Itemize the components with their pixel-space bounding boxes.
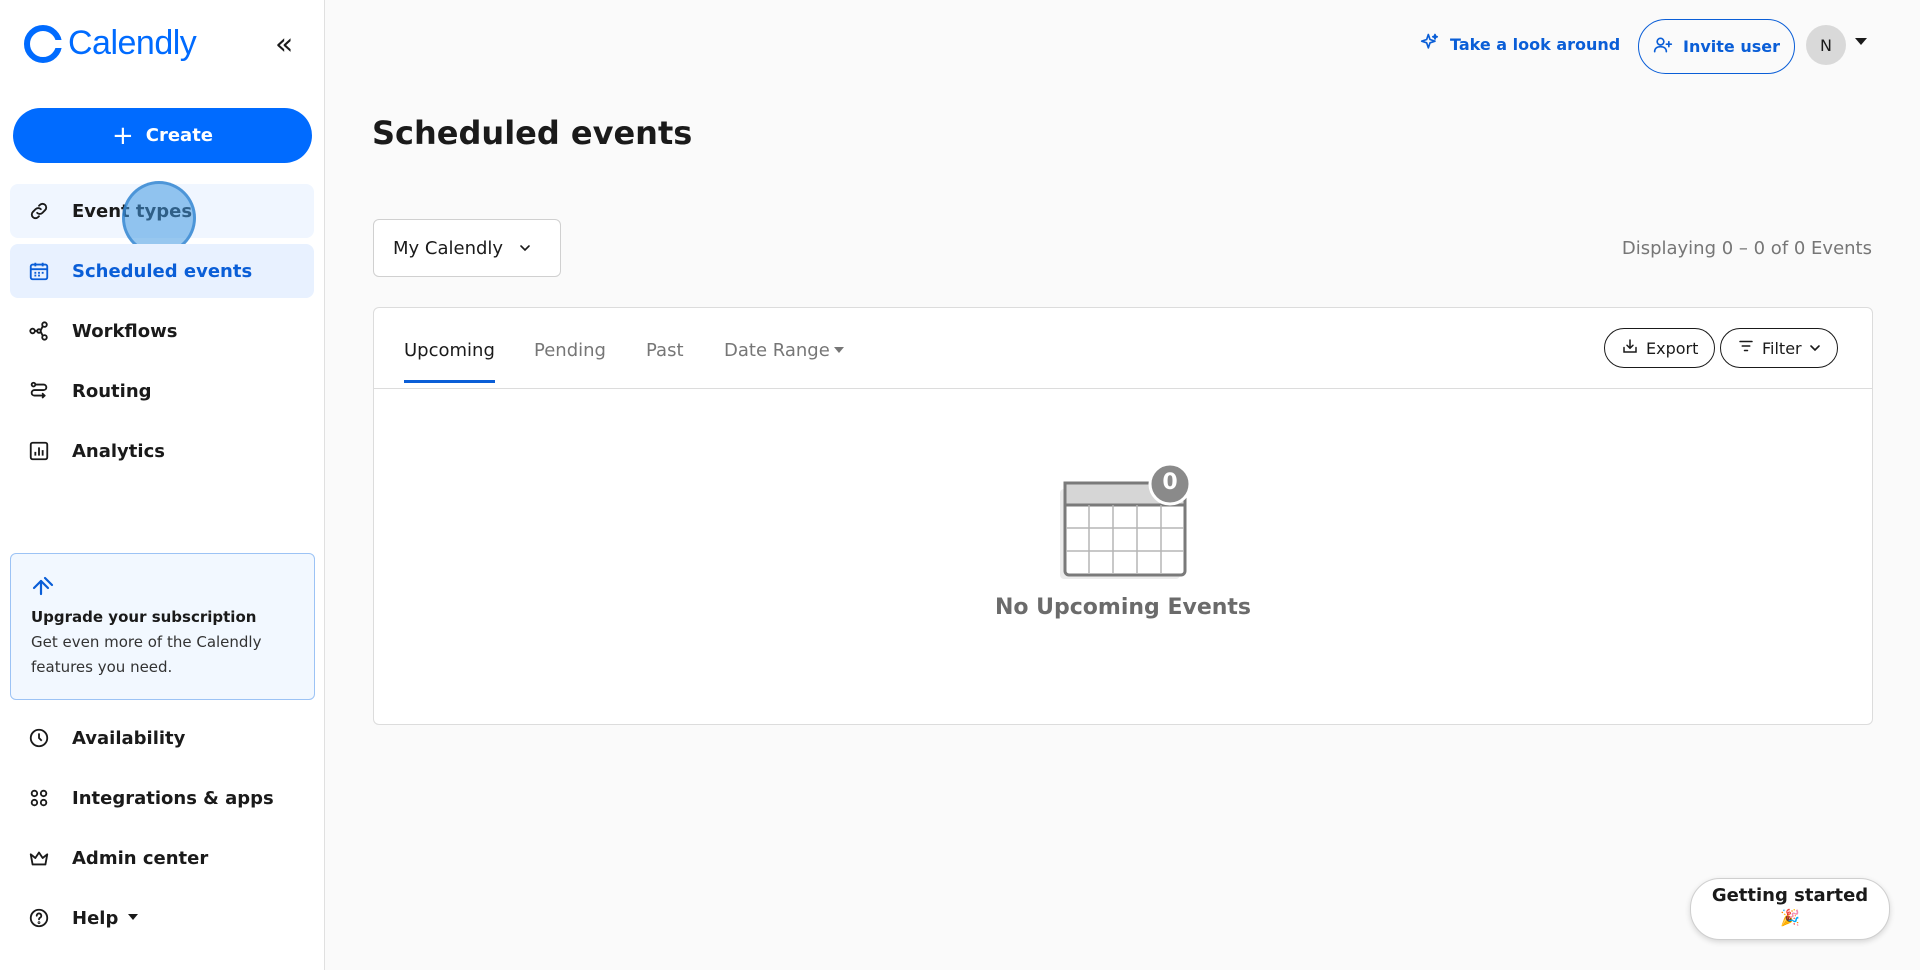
calendar-select[interactable]: My Calendly [373,219,561,277]
download-icon [1621,337,1639,359]
filter-icon [1737,337,1755,359]
tab-upcoming[interactable]: Upcoming [404,340,495,383]
party-popper-icon: 🎉 [1780,908,1800,927]
create-button[interactable]: + Create [13,108,312,163]
sidebar-item-admin-center[interactable]: Admin center [10,831,314,885]
upgrade-title: Upgrade your subscription [31,608,257,626]
help-icon [28,907,50,929]
invite-user-button[interactable]: Invite user [1638,19,1795,74]
sidebar-item-label: Availability [72,727,186,749]
empty-state: 0 No Upcoming Events [374,462,1872,620]
sidebar-item-label: Scheduled events [72,260,253,282]
sidebar-item-label: Integrations & apps [72,787,274,809]
invite-user-label: Invite user [1683,37,1780,56]
sidebar-item-label: Help [72,907,119,929]
tab-past[interactable]: Past [646,340,684,383]
crown-icon [28,847,50,869]
double-chevron-left-icon: « [275,27,294,62]
account-menu-caret-icon[interactable] [1855,38,1867,45]
getting-started-label: Getting started [1711,885,1869,906]
calendly-logo[interactable]: Calendly [24,24,197,63]
events-count-text: Displaying 0 – 0 of 0 Events [1621,238,1872,259]
sidebar-nav: Event types Scheduled events Workflows R… [10,181,314,484]
upgrade-icon [31,574,55,598]
sidebar-item-integrations[interactable]: Integrations & apps [10,771,314,825]
page-title: Scheduled events [372,114,693,152]
sidebar: Calendly « + Create Event types Schedule… [0,0,325,970]
export-button[interactable]: Export [1604,328,1716,368]
sidebar-item-analytics[interactable]: Analytics [10,424,314,478]
routing-icon [28,380,50,402]
tab-date-range[interactable]: Date Range [724,340,844,383]
link-icon [28,200,50,222]
take-a-look-around-label: Take a look around [1450,34,1621,54]
take-a-look-around-link[interactable]: Take a look around [1420,32,1620,56]
sidebar-item-label: Admin center [72,847,209,869]
create-button-label: Create [145,125,214,146]
events-tabs: Upcoming Pending Past Date Range Export … [374,308,1872,389]
events-card: Upcoming Pending Past Date Range Export … [373,307,1873,725]
sidebar-item-label: Analytics [72,440,165,462]
add-user-icon [1653,35,1673,59]
sidebar-item-label: Workflows [72,320,178,342]
getting-started-button[interactable]: Getting started 🎉 [1690,878,1890,940]
sidebar-item-routing[interactable]: Routing [10,364,314,418]
sidebar-item-label: Event types [72,200,193,222]
tab-pending[interactable]: Pending [534,340,606,383]
plus-icon: + [111,120,134,151]
workflow-icon [28,320,50,342]
chevron-down-icon [519,238,531,259]
calendar-icon [28,260,50,282]
sidebar-item-availability[interactable]: Availability [10,711,314,765]
filter-label: Filter [1762,338,1802,358]
analytics-icon [28,440,50,462]
avatar[interactable]: N [1806,25,1846,65]
collapse-sidebar-button[interactable]: « [275,30,293,60]
sidebar-item-event-types[interactable]: Event types [10,181,314,255]
sidebar-item-workflows[interactable]: Workflows [10,304,314,358]
upgrade-banner[interactable]: Upgrade your subscription Get even more … [10,553,315,700]
caret-down-icon [128,913,139,920]
calendly-logo-icon [24,24,62,63]
clock-icon [28,727,50,749]
filter-button[interactable]: Filter [1720,328,1838,368]
upgrade-text: Get even more of the Calendly features y… [31,633,262,676]
empty-calendar-illustration: 0 [1053,462,1193,581]
chevron-down-icon [1809,339,1821,358]
logo-text: Calendly [68,24,197,62]
export-label: Export [1646,338,1699,358]
calendar-select-value: My Calendly [393,237,504,259]
empty-state-text: No Upcoming Events [994,595,1252,620]
sparkle-icon [1420,32,1440,56]
sidebar-item-help[interactable]: Help [10,891,314,945]
empty-count-badge: 0 [1162,470,1178,495]
sidebar-bottom-nav: Availability Integrations & apps Admin c… [10,711,314,951]
apps-grid-icon [28,787,50,809]
tab-date-range-label: Date Range [724,340,830,361]
caret-down-icon [833,346,844,353]
sidebar-item-label: Routing [72,380,152,402]
sidebar-item-scheduled-events[interactable]: Scheduled events [10,244,314,298]
